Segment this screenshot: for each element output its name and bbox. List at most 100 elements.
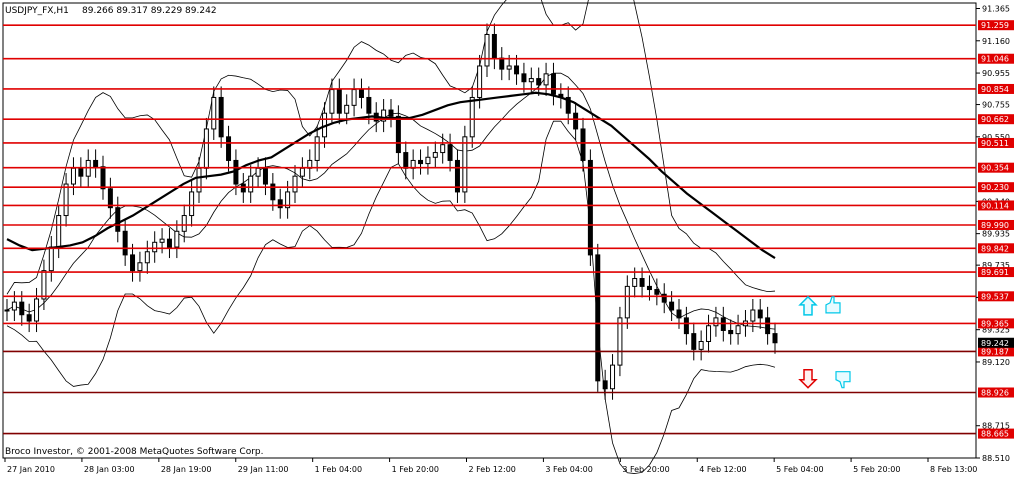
y-tick-label: 89.935 — [982, 230, 1010, 239]
candle-body — [211, 96, 217, 130]
candle-body — [646, 285, 652, 291]
candle-body — [395, 115, 401, 154]
candle-body — [484, 33, 490, 67]
candle-body — [351, 89, 357, 106]
candle-body — [34, 298, 40, 322]
x-tick-label: 3 Feb 20:00 — [622, 465, 669, 474]
level-price-label: 89.691 — [981, 268, 1009, 277]
level-price-label: 90.662 — [981, 115, 1009, 124]
level-price-label: 89.187 — [981, 347, 1009, 356]
y-tick-label: 91.160 — [982, 37, 1010, 46]
candle-body — [610, 364, 616, 390]
candle-body — [48, 246, 54, 272]
candle-body — [514, 65, 520, 75]
candle-body — [137, 262, 143, 272]
level-price-label: 88.665 — [981, 430, 1009, 439]
candle-body — [115, 207, 121, 232]
y-tick-label: 89.120 — [982, 358, 1010, 367]
candle-body — [255, 167, 261, 177]
candle-body — [669, 301, 675, 311]
candle-body — [78, 167, 84, 177]
candle-body — [617, 317, 623, 366]
candle-body — [573, 112, 579, 130]
candle-body — [248, 175, 254, 193]
candle-body — [491, 33, 497, 59]
candle-body — [661, 293, 667, 303]
candle-body — [418, 159, 424, 165]
candle-body — [122, 230, 128, 256]
price-tags: 91.259 91.046 90.854 90.662 90.511 90.354 90.2… — [978, 20, 1014, 439]
candle-body — [580, 128, 586, 161]
candle-body — [181, 215, 187, 232]
candle-body — [292, 175, 298, 193]
candle-body — [624, 285, 630, 319]
candle-body — [750, 309, 756, 322]
level-price-label: 89.842 — [981, 244, 1009, 253]
candle-body — [698, 340, 704, 350]
candle-body — [403, 152, 409, 169]
level-price-label: 90.854 — [981, 85, 1009, 94]
x-tick-label: 8 Feb 13:00 — [930, 465, 977, 474]
level-price-label: 90.230 — [981, 183, 1009, 192]
x-tick-label: 1 Feb 20:00 — [392, 465, 439, 474]
x-tick-label: 29 Jan 11:00 — [238, 465, 289, 474]
level-price-label: 91.046 — [981, 55, 1009, 64]
y-tick-label: 90.955 — [982, 69, 1010, 78]
candle-body — [432, 152, 438, 158]
candle-body — [262, 167, 268, 185]
level-price-label: 88.926 — [981, 389, 1009, 398]
candle-body — [735, 325, 741, 335]
candle-body — [336, 89, 342, 114]
candle-body — [41, 270, 47, 300]
candle-body — [152, 241, 158, 253]
y-tick-label: 90.755 — [982, 101, 1010, 110]
candle-body — [388, 109, 394, 117]
candle-body — [595, 254, 601, 382]
level-price-label: 90.511 — [981, 139, 1009, 148]
candle-body — [93, 159, 99, 168]
candle-body — [159, 238, 165, 243]
x-tick-label: 4 Feb 12:00 — [699, 465, 746, 474]
candle-body — [543, 73, 549, 86]
candle-body — [174, 230, 180, 248]
candle-body — [277, 199, 283, 209]
candle-body — [440, 144, 446, 154]
candle-body — [447, 144, 453, 161]
candle-body — [203, 128, 209, 169]
candle-body — [602, 380, 608, 390]
x-tick-label: 28 Jan 03:00 — [84, 465, 135, 474]
candle-body — [654, 289, 660, 295]
candle-body — [506, 65, 512, 70]
candle-body — [676, 309, 682, 319]
x-tick-label: 5 Feb 04:00 — [776, 465, 823, 474]
candle-body — [19, 301, 25, 316]
level-price-label: 89.537 — [981, 292, 1009, 301]
chart-title: USDJPY_FX,H1 — [5, 6, 69, 16]
level-price-label: 91.259 — [981, 21, 1009, 30]
y-tick-label: 88.510 — [982, 454, 1010, 463]
candle-body — [587, 159, 593, 256]
current-price-label: 89.242 — [981, 339, 1009, 348]
level-price-label: 89.365 — [981, 319, 1009, 328]
candle-body — [706, 325, 712, 342]
ohlc-values: 89.266 89.317 89.229 89.242 — [82, 6, 217, 16]
candle-body — [683, 317, 689, 335]
x-tick-label: 5 Feb 20:00 — [853, 465, 900, 474]
candle-body — [329, 89, 335, 114]
candle-body — [189, 191, 195, 217]
candle-body — [299, 167, 305, 177]
candle-body — [477, 65, 483, 98]
candle-body — [314, 136, 320, 161]
x-tick-label: 3 Feb 04:00 — [545, 465, 592, 474]
candle-body — [765, 317, 771, 335]
x-tick-label: 27 Jan 2010 — [7, 465, 55, 474]
candle-body — [4, 309, 10, 312]
candle-body — [713, 317, 719, 327]
candle-body — [462, 136, 468, 193]
candle-body — [757, 309, 763, 319]
level-price-label: 89.990 — [981, 221, 1009, 230]
candle-body — [26, 314, 32, 322]
candle-body — [639, 278, 645, 287]
price-chart[interactable]: 91.36591.16090.95590.75590.55090.14089.9… — [0, 0, 1014, 479]
x-tick-label: 28 Jan 19:00 — [161, 465, 212, 474]
